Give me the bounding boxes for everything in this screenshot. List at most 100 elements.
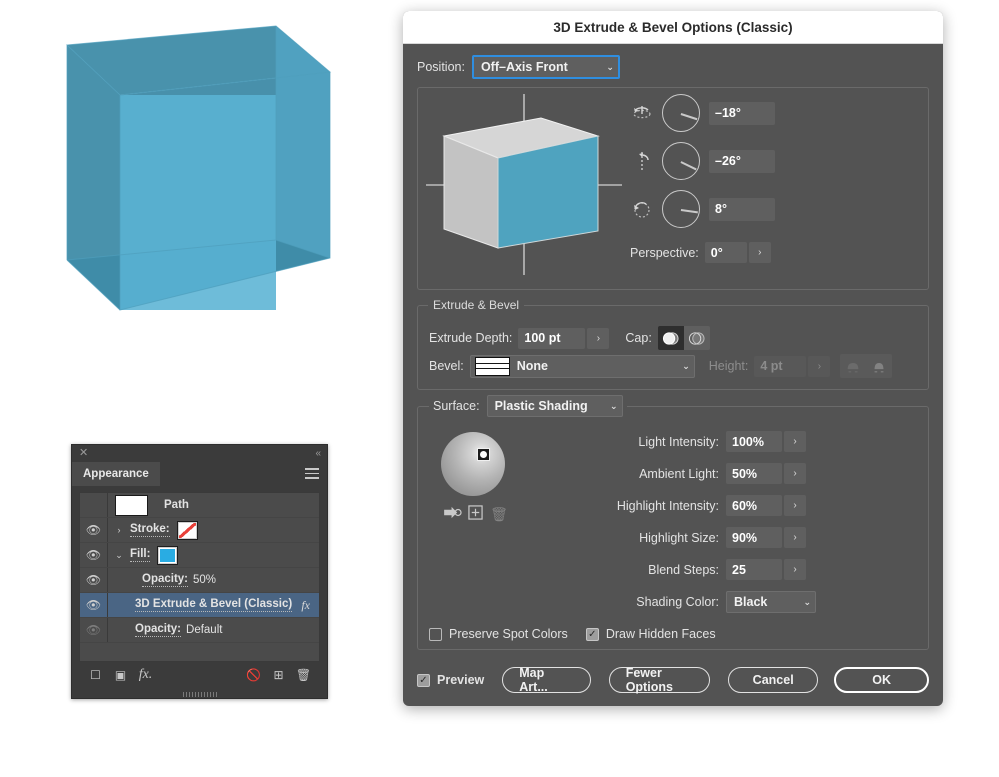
cap-hollow-icon xyxy=(688,330,705,347)
ambient-light-field[interactable]: 50% xyxy=(726,463,782,484)
perspective-stepper[interactable]: › xyxy=(749,242,771,263)
blend-steps-field[interactable]: 25 xyxy=(726,559,782,580)
surface-select-value: Plastic Shading xyxy=(495,399,588,413)
ok-button[interactable]: OK xyxy=(834,667,929,693)
visibility-eye-icon[interactable]: 👁 xyxy=(80,598,107,612)
cap-solid-button[interactable] xyxy=(658,326,684,350)
shading-color-row: Shading Color: Black ⌄ xyxy=(538,591,933,613)
map-art-button[interactable]: Map Art... xyxy=(502,667,590,693)
list-empty-area xyxy=(80,643,319,661)
list-item-label[interactable]: Opacity: xyxy=(142,573,188,587)
rotate-y-dial[interactable] xyxy=(662,142,700,180)
position-select[interactable]: Off–Axis Front ⌄ xyxy=(472,55,620,79)
opacity-value[interactable]: 50% xyxy=(193,574,216,586)
stroke-color-swatch[interactable] xyxy=(177,521,198,540)
move-light-back-icon[interactable] xyxy=(441,506,463,522)
position-preview-cube[interactable] xyxy=(424,92,624,277)
preview-label[interactable]: Preview xyxy=(437,673,484,687)
list-item-opacity-fill[interactable]: 👁 Opacity: 50% xyxy=(80,568,319,593)
delete-light-icon[interactable]: 🗑 xyxy=(487,506,511,523)
blend-steps-label: Blend Steps: xyxy=(538,563,719,577)
surface-select[interactable]: Plastic Shading ⌄ xyxy=(487,395,623,417)
rotate-y-field[interactable]: –26° xyxy=(709,150,775,173)
cap-hollow-button[interactable] xyxy=(684,326,710,350)
draw-hidden-faces-label[interactable]: Draw Hidden Faces xyxy=(606,627,716,641)
opacity-value[interactable]: Default xyxy=(186,624,222,636)
position-group: –18° –26° xyxy=(417,87,929,290)
list-item-label[interactable]: Fill: xyxy=(130,548,150,562)
extrude-depth-row: Extrude Depth: 100 pt › Cap: xyxy=(429,326,710,350)
add-new-stroke-icon[interactable]: ☐ xyxy=(83,668,108,682)
duplicate-item-icon[interactable]: ⊞ xyxy=(266,668,291,682)
bevel-height-stepper: › xyxy=(808,356,830,377)
perspective-field[interactable]: 0° xyxy=(705,242,747,263)
3d-extrude-bevel-dialog: 3D Extrude & Bevel Options (Classic) Pos… xyxy=(403,11,943,706)
cancel-button[interactable]: Cancel xyxy=(728,667,818,693)
highlight-size-label: Highlight Size: xyxy=(538,531,719,545)
list-item-fill[interactable]: 👁 ⌄ Fill: xyxy=(80,543,319,568)
list-item-stroke[interactable]: 👁 › Stroke: xyxy=(80,518,319,543)
light-intensity-field[interactable]: 100% xyxy=(726,431,782,452)
delete-item-icon[interactable]: 🗑 xyxy=(291,668,316,682)
bevel-label: Bevel: xyxy=(429,359,464,373)
resize-grip[interactable] xyxy=(183,692,217,697)
collapse-panel-icon[interactable]: « xyxy=(315,447,320,460)
ambient-light-stepper[interactable]: › xyxy=(784,463,806,484)
highlight-intensity-stepper[interactable]: › xyxy=(784,495,806,516)
bevel-row: Bevel: None ⌄ Height: 4 pt › xyxy=(429,354,892,378)
bevel-extent-in-icon xyxy=(871,359,887,374)
blend-steps-stepper[interactable]: › xyxy=(784,559,806,580)
preserve-spot-colors-label[interactable]: Preserve Spot Colors xyxy=(449,627,568,641)
highlight-intensity-field[interactable]: 60% xyxy=(726,495,782,516)
chevron-down-icon[interactable]: ⌄ xyxy=(108,550,130,561)
position-row: Position: Off–Axis Front ⌄ xyxy=(417,55,929,79)
extrude-depth-stepper[interactable]: › xyxy=(587,328,609,349)
add-new-fill-icon[interactable]: ▣ xyxy=(108,668,133,682)
rotate-x-field[interactable]: –18° xyxy=(709,102,775,125)
rotate-x-dial[interactable] xyxy=(662,94,700,132)
surface-row: Surface: Plastic Shading ⌄ xyxy=(429,395,627,417)
list-item-label[interactable]: 3D Extrude & Bevel (Classic) xyxy=(135,598,292,612)
preserve-spot-colors-checkbox[interactable] xyxy=(429,628,442,641)
chevron-right-icon[interactable]: › xyxy=(108,525,130,535)
highlight-size-stepper[interactable]: › xyxy=(784,527,806,548)
new-light-icon[interactable] xyxy=(463,505,487,523)
fewer-options-button[interactable]: Fewer Options xyxy=(609,667,710,693)
tab-appearance[interactable]: Appearance xyxy=(72,462,160,486)
highlight-intensity-label: Highlight Intensity: xyxy=(538,499,719,513)
visibility-eye-icon[interactable]: 👁 xyxy=(80,623,107,637)
list-item-label[interactable]: Stroke: xyxy=(130,523,170,537)
fill-color-swatch[interactable] xyxy=(157,546,178,565)
perspective-row: Perspective: 0° › xyxy=(630,242,775,263)
light-marker[interactable] xyxy=(477,448,490,461)
list-item-label[interactable]: Opacity: xyxy=(135,623,181,637)
light-buttons-row: 🗑 xyxy=(441,505,511,523)
position-preview[interactable] xyxy=(424,92,624,277)
close-icon[interactable]: ✕ xyxy=(79,447,88,460)
visibility-eye-icon[interactable]: 👁 xyxy=(80,573,107,587)
rotate-z-field[interactable]: 8° xyxy=(709,198,775,221)
light-position-sphere[interactable] xyxy=(441,432,505,496)
dial-hand xyxy=(681,161,697,170)
highlight-size-field[interactable]: 90% xyxy=(726,527,782,548)
list-item-path[interactable]: Path xyxy=(80,493,319,518)
visibility-eye-icon[interactable]: 👁 xyxy=(80,523,107,537)
panel-menu-icon[interactable] xyxy=(305,468,319,479)
add-new-effect-icon[interactable]: fx. xyxy=(133,667,158,683)
divider xyxy=(107,618,108,642)
preview-checkbox[interactable]: ✓ xyxy=(417,674,430,687)
bevel-select[interactable]: None ⌄ xyxy=(470,355,695,378)
clear-appearance-icon[interactable]: 🚫 xyxy=(241,668,266,682)
visibility-eye-icon[interactable]: 👁 xyxy=(80,548,107,562)
shading-color-select[interactable]: Black ⌄ xyxy=(726,591,816,613)
list-item-3d-extrude-bevel[interactable]: 👁 3D Extrude & Bevel (Classic) fx xyxy=(80,593,319,618)
extrude-depth-field[interactable]: 100 pt xyxy=(518,328,585,349)
fx-icon[interactable]: fx xyxy=(301,598,310,613)
draw-hidden-faces-checkbox[interactable]: ✓ xyxy=(586,628,599,641)
bevel-extent-out-icon xyxy=(845,359,861,374)
list-item-opacity-default[interactable]: 👁 Opacity: Default xyxy=(80,618,319,643)
rotate-z-dial[interactable] xyxy=(662,190,700,228)
ambient-light-label: Ambient Light: xyxy=(538,467,719,481)
light-intensity-stepper[interactable]: › xyxy=(784,431,806,452)
rotation-controls: –18° –26° xyxy=(630,94,775,263)
